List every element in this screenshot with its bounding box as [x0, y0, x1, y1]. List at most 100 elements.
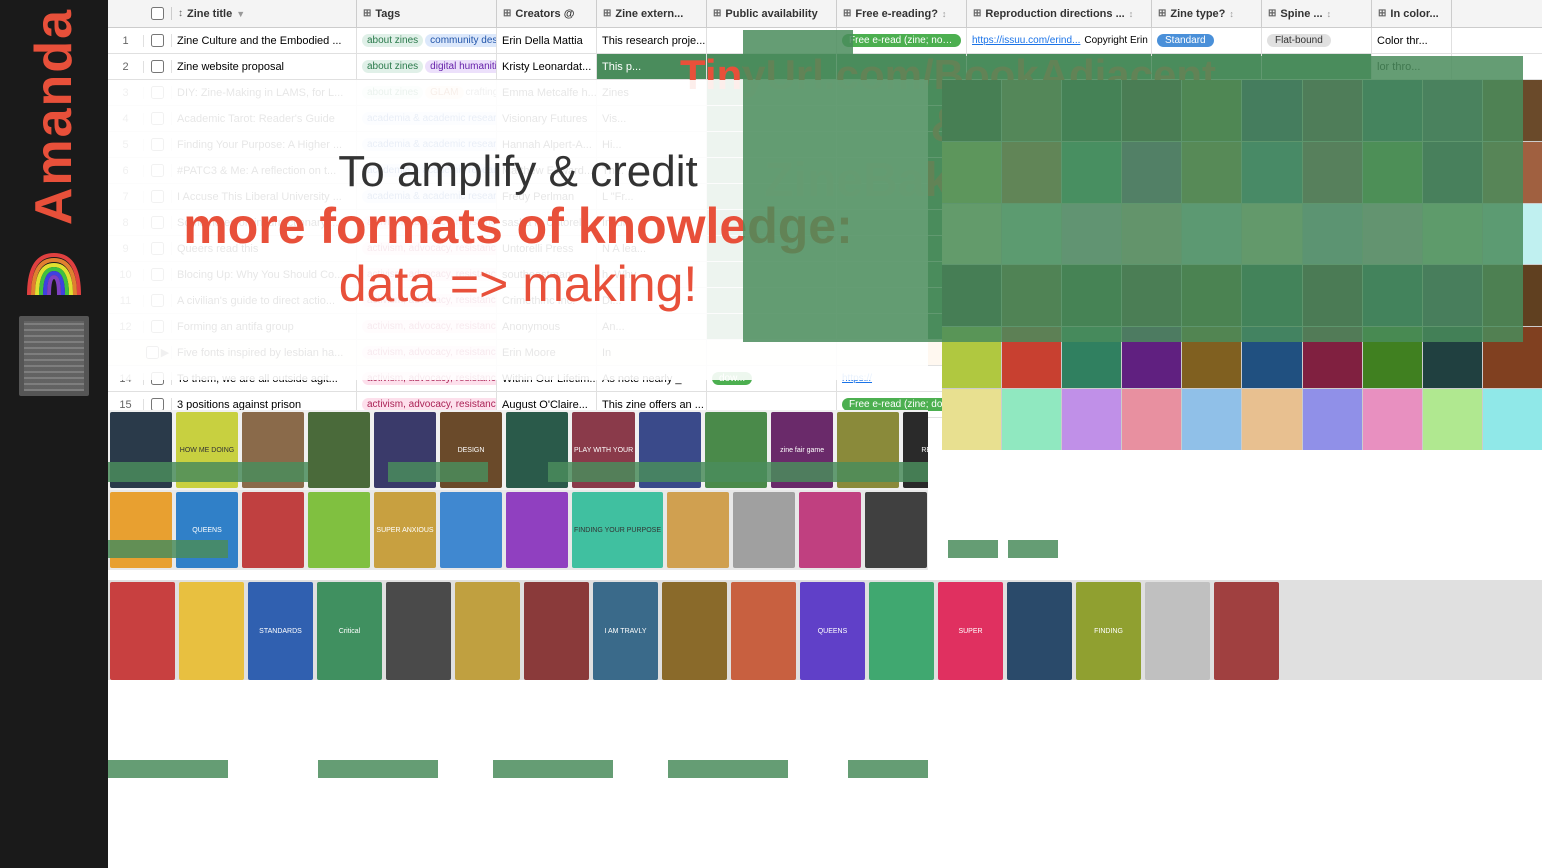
repro-text: Copyright Erin Della Matti 2016 (... [1084, 35, 1152, 46]
col-tags-label: Tags [375, 8, 400, 20]
cell-tags: about zines digital humanities hist [357, 54, 497, 79]
creators-col-icon: ⊞ [503, 8, 511, 19]
green-bar-mid-1 [108, 540, 228, 558]
zine-thumb[interactable]: STANDARDS [248, 582, 313, 680]
col-header-title[interactable]: ↕ Zine title ▼ [172, 0, 357, 27]
zine-thumb[interactable] [733, 492, 795, 568]
col-title-label: Zine title [187, 8, 232, 20]
zine-thumb [662, 582, 727, 680]
checkbox-header[interactable] [144, 7, 172, 20]
gallery-item [1363, 389, 1422, 450]
select-all-checkbox[interactable] [151, 7, 164, 20]
green-overlay-4 [743, 108, 1523, 134]
in-color-col-icon: ⊞ [1378, 8, 1386, 19]
spine-sort-icon: ↕ [1327, 9, 1332, 19]
green-bar-mid-2 [948, 540, 998, 558]
zine-thumb[interactable]: FINDING YOUR PURPOSE [572, 492, 663, 568]
col-header-creators[interactable]: ⊞ Creators @ [497, 0, 597, 27]
cell-creator: Kristy Leonardat... [497, 54, 597, 79]
zine-thumb[interactable] [386, 582, 451, 680]
cell-in-color: Color thr... [1372, 28, 1452, 53]
zine-thumb[interactable] [1007, 582, 1072, 680]
col-in-color-label: In color... [1390, 8, 1438, 20]
spreadsheet-header: ↕ Zine title ▼ ⊞ Tags ⊞ Creators @ ⊞ Zin… [108, 0, 1542, 28]
col-creators-label: Creators @ [515, 8, 574, 20]
zine-thumb[interactable] [110, 582, 175, 680]
col-free-ereading-label: Free e-reading? [855, 8, 938, 20]
col-header-repro[interactable]: ⊞ Reproduction directions ... ↕ [967, 0, 1152, 27]
sidebar-zine-thumbnail [19, 316, 89, 396]
cell-creator: Erin Della Mattia [497, 28, 597, 53]
col-spine-label: Spine ... [1280, 8, 1322, 20]
col-header-in-color[interactable]: ⊞ In color... [1372, 0, 1452, 27]
zine-thumb[interactable] [524, 582, 589, 680]
zine-thumb[interactable] [242, 492, 304, 568]
green-overlay-2 [743, 56, 1523, 82]
zine-ext-col-icon: ⊞ [603, 8, 611, 19]
zine-thumb[interactable] [1214, 582, 1279, 680]
green-overlay-1 [743, 30, 853, 56]
row-number: 15 [108, 399, 144, 411]
thumb-strip-mid: QUEENS SUPER ANXIOUS FINDING YOUR PURPOS… [108, 490, 928, 570]
col-header-zine-ext[interactable]: ⊞ Zine extern... [597, 0, 707, 27]
green-bar-bot-3 [493, 760, 613, 778]
zine-thumb[interactable] [869, 582, 934, 680]
zine-thumb[interactable] [731, 582, 796, 680]
zine-thumb[interactable] [1145, 582, 1210, 680]
zine-thumb[interactable] [308, 412, 370, 488]
zine-thumb[interactable] [506, 492, 568, 568]
gallery-item [1483, 389, 1542, 450]
zine-thumb[interactable]: QUEENS [800, 582, 865, 680]
repro-col-icon: ⊞ [973, 8, 981, 19]
gallery-item [1002, 389, 1061, 450]
col-header-zine-type[interactable]: ⊞ Zine type? ↕ [1152, 0, 1262, 27]
gallery-item [1122, 389, 1181, 450]
green-bar-bot-4 [668, 760, 788, 778]
tag-pill: digital humanities [425, 60, 497, 73]
zine-thumb[interactable]: SUPER ANXIOUS [374, 492, 436, 568]
zine-thumb[interactable] [455, 582, 520, 680]
green-overlay-8 [743, 212, 1523, 238]
sidebar-title: Amanda [24, 8, 84, 225]
zine-thumb[interactable] [865, 492, 927, 568]
zine-thumb[interactable]: FINDING [1076, 582, 1141, 680]
green-overlay-10 [743, 264, 1523, 290]
zine-thumb[interactable] [667, 492, 729, 568]
col-public-label: Public availability [725, 8, 817, 20]
col-header-tags[interactable]: ⊞ Tags [357, 0, 497, 27]
sidebar: Amanda [0, 0, 108, 868]
zine-thumb[interactable] [440, 492, 502, 568]
green-bar-bottom-4 [678, 462, 808, 482]
tag-pill: about zines [362, 60, 423, 73]
free-ereading-col-icon: ⊞ [843, 8, 851, 19]
main-content: ↕ Zine title ▼ ⊞ Tags ⊞ Creators @ ⊞ Zin… [108, 0, 1542, 868]
cell-zine-title: Zine Culture and the Embodied ... [172, 28, 357, 53]
zine-thumb[interactable] [308, 492, 370, 568]
row-checkbox[interactable] [144, 60, 172, 73]
repro-link[interactable]: https://issuu.com/erind... [972, 35, 1080, 46]
tag-pill: community design [425, 34, 497, 47]
zine-thumb[interactable] [799, 492, 861, 568]
title-sort-icon: ▼ [236, 9, 245, 19]
col-header-free-ereading[interactable]: ⊞ Free e-reading? ↕ [837, 0, 967, 27]
zine-thumb[interactable]: Critical [317, 582, 382, 680]
free-ereading-badge: Free e-read (zine; not ... [842, 34, 961, 47]
col-header-spine[interactable]: ⊞ Spine ... ↕ [1262, 0, 1372, 27]
gallery-item [942, 389, 1001, 450]
zine-thumb[interactable]: SUPER [938, 582, 1003, 680]
zine-thumb[interactable]: I AM TRAVLY [593, 582, 658, 680]
cta-line3: data => making! [339, 255, 698, 313]
spine-col-icon: ⊞ [1268, 8, 1276, 19]
col-zine-ext-label: Zine extern... [615, 8, 683, 20]
row-checkbox[interactable] [144, 34, 172, 47]
green-bar-bot-1 [108, 760, 228, 778]
col-header-public[interactable]: ⊞ Public availability [707, 0, 837, 27]
green-overlay-7 [743, 186, 1523, 212]
gallery-item [1242, 389, 1301, 450]
spine-badge: Flat-bound [1267, 34, 1331, 47]
green-bar-bottom-1 [108, 462, 308, 482]
green-overlay-6 [743, 160, 1523, 186]
tag-pill: about zines [362, 34, 423, 47]
gallery-item [1182, 389, 1241, 450]
zine-thumb[interactable] [179, 582, 244, 680]
